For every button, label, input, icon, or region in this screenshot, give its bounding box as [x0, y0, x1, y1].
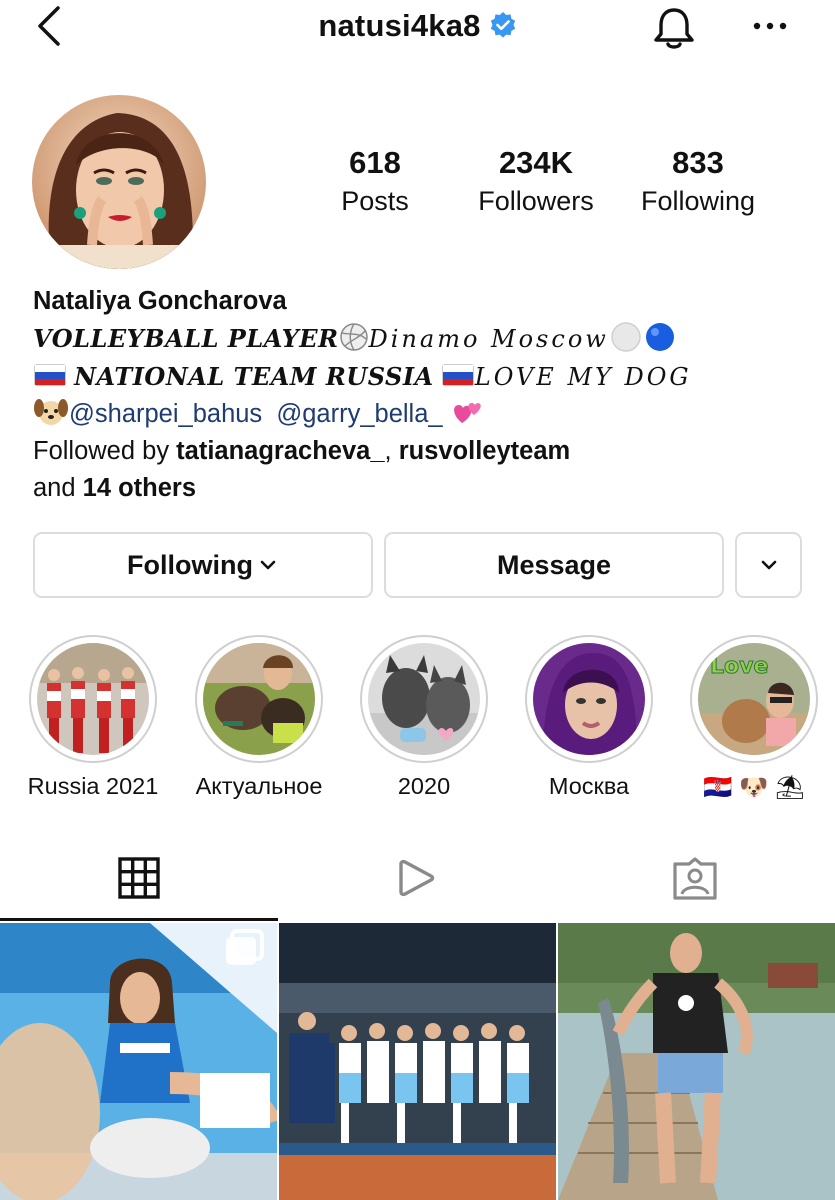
- following-button[interactable]: Following: [33, 532, 373, 598]
- profile-avatar[interactable]: [32, 95, 206, 269]
- mention-garry-bella[interactable]: @garry_bella_: [276, 400, 442, 428]
- highlight-caption: 🇭🇷 🐶 ⛱: [703, 774, 805, 800]
- profile-bio: Nataliya Goncharova VOLLEYBALL PLAYER Din…: [33, 283, 823, 507]
- highlight-cover: [203, 643, 315, 755]
- profile-tabs: [0, 850, 835, 922]
- highlight-cover: [368, 643, 480, 755]
- highlight-ring: [525, 635, 653, 763]
- highlight-aktualnoe[interactable]: Актуальное: [194, 635, 324, 799]
- tab-reels[interactable]: [278, 850, 556, 922]
- svg-text:Love: Love: [710, 654, 768, 679]
- profile-username-header: natusi4ka8: [0, 8, 835, 44]
- followed-by-others: 14 others: [82, 474, 197, 502]
- highlight-russia-2021[interactable]: Russia 2021: [28, 635, 158, 799]
- post-image: [0, 923, 277, 1200]
- message-button[interactable]: Message: [384, 532, 724, 598]
- following-stat[interactable]: 833 Following: [618, 145, 778, 221]
- highlight-croatia-dog-beach[interactable]: Love 🇭🇷 🐶 ⛱: [689, 635, 819, 800]
- followed-by-user-1: tatianagracheva_: [176, 437, 385, 465]
- followed-by-line[interactable]: Followed by tatianagracheva_, rusvolleyt…: [33, 433, 823, 470]
- bio-line-2: NATIONAL TEAM RUSSIA LOVE MY DOG: [33, 358, 823, 396]
- following-label: Following: [640, 186, 756, 216]
- post-thumbnail[interactable]: [279, 923, 556, 1200]
- highlight-moskva[interactable]: Москва: [524, 635, 654, 799]
- notification-bell-icon[interactable]: [650, 6, 698, 50]
- post-image: [558, 923, 835, 1200]
- posts-label: Posts: [341, 186, 409, 216]
- highlight-ring: [360, 635, 488, 763]
- highlight-cover: [37, 643, 149, 755]
- avatar-image: [32, 95, 206, 269]
- posts-count: 618: [349, 145, 401, 180]
- verified-badge-icon: [490, 11, 515, 38]
- followed-by-user-2: rusvolleyteam: [398, 437, 571, 465]
- sparkling-hearts-icon: [453, 403, 481, 424]
- bio-club: Dinamo Moscow: [368, 325, 609, 353]
- grid-icon: [118, 857, 160, 899]
- reels-play-icon: [399, 859, 435, 897]
- chevron-down-icon: [761, 560, 776, 570]
- volleyball-icon: [339, 323, 368, 352]
- top-bar: natusi4ka8: [0, 0, 835, 60]
- active-tab-indicator: [0, 918, 278, 921]
- highlight-ring: Love: [690, 635, 818, 763]
- bio-love-dog: LOVE MY DOG: [474, 363, 692, 391]
- highlight-2020[interactable]: 2020: [359, 635, 489, 799]
- mention-sharpei-bahus[interactable]: @sharpei_bahus: [69, 400, 262, 428]
- username: natusi4ka8: [318, 8, 481, 43]
- bio-role: VOLLEYBALL PLAYER: [33, 324, 339, 353]
- followed-by-separator: ,: [384, 437, 399, 465]
- bio-line-3: @sharpei_bahus @garry_bella_: [33, 396, 823, 433]
- following-button-label: Following: [127, 549, 253, 580]
- full-name: Nataliya Goncharova: [33, 287, 287, 315]
- chevron-down-icon: [260, 560, 276, 570]
- dog-face-icon: [34, 399, 68, 426]
- blue-circle-icon: [645, 323, 674, 352]
- highlight-ring: [29, 635, 157, 763]
- russia-flag-icon: [34, 364, 66, 387]
- followed-by-prefix: Followed by: [33, 437, 177, 465]
- highlight-ring: [195, 635, 323, 763]
- posts-stat[interactable]: 618 Posts: [295, 145, 455, 221]
- followers-stat[interactable]: 234K Followers: [456, 145, 616, 221]
- bio-line-1: VOLLEYBALL PLAYER Dinamo Moscow: [33, 320, 823, 358]
- tagged-person-icon: [673, 857, 717, 900]
- and-prefix: and: [33, 474, 83, 502]
- tab-grid[interactable]: [0, 850, 278, 922]
- followed-by-others-line[interactable]: and 14 others: [33, 470, 823, 507]
- russia-flag-icon: [441, 364, 474, 387]
- post-image: [279, 923, 556, 1200]
- white-circle-icon: [611, 322, 641, 353]
- post-thumbnail[interactable]: [558, 923, 835, 1200]
- suggested-accounts-button[interactable]: [735, 532, 802, 598]
- bio-team: NATIONAL TEAM RUSSIA: [74, 362, 434, 391]
- followers-label: Followers: [478, 186, 594, 216]
- post-thumbnail[interactable]: [0, 923, 277, 1200]
- tab-tagged[interactable]: [556, 850, 834, 922]
- highlight-cover: [533, 643, 645, 755]
- followers-count: 234K: [498, 145, 574, 180]
- following-count: 833: [672, 145, 724, 180]
- highlight-cover: Love: [698, 643, 810, 755]
- message-button-label: Message: [496, 549, 612, 580]
- more-options-icon[interactable]: [752, 20, 788, 32]
